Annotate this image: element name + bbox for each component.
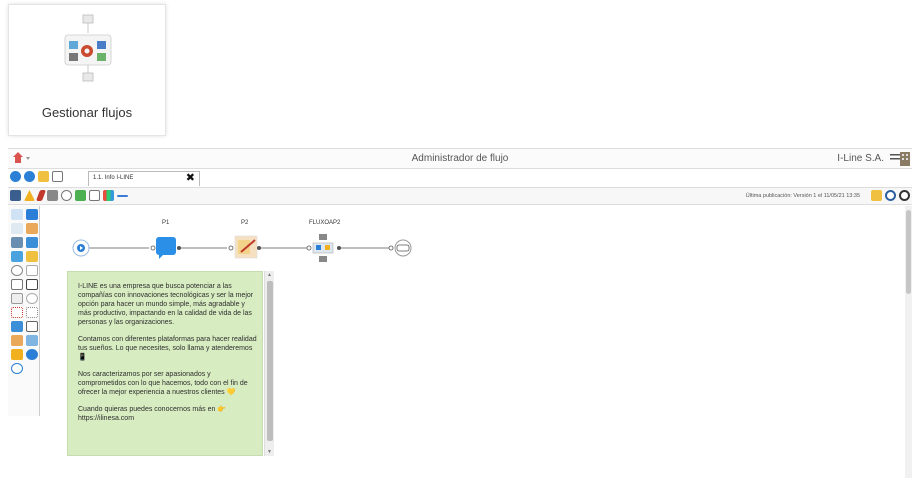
note-panel[interactable]: I-LINE es una empresa que busca potencia… [67, 271, 263, 456]
palette-list-icon[interactable] [11, 209, 23, 220]
tab-bar: 1.1. Info I-LINE ✖ [8, 170, 912, 186]
back-icon[interactable] [10, 171, 21, 182]
flow-manager-window: Administrador de flujo I-Line S.A. 1.1. … [8, 148, 912, 478]
tab-label: 1.1. Info I-LINE [93, 175, 134, 181]
note-scrollbar[interactable]: ▲ ▼ [264, 271, 274, 456]
node-p1[interactable] [150, 237, 181, 259]
company-name: I-Line S.A. [837, 153, 884, 164]
element-palette [8, 206, 40, 416]
flow-canvas[interactable]: P1 P2 FLUXOAP2 I-LINE es una empresa que… [41, 206, 905, 478]
arrow-icon[interactable] [117, 195, 128, 197]
forward-icon[interactable] [24, 171, 35, 182]
note-paragraph: I-LINE es una empresa que busca potencia… [78, 283, 254, 326]
palette-timer-icon[interactable] [11, 265, 23, 276]
palette-gear-icon[interactable] [26, 293, 38, 304]
palette-subflow-icon[interactable] [11, 279, 23, 290]
toolbar: Última publicación: Versión 1 el 11/05/2… [8, 187, 912, 205]
save-icon[interactable] [10, 190, 21, 201]
flow-diagram-icon [64, 14, 112, 82]
edit-icon[interactable] [35, 190, 47, 201]
palette-users-icon[interactable] [11, 237, 23, 248]
palette-task-icon[interactable] [26, 223, 38, 234]
card-label: Gestionar flujos [41, 105, 133, 120]
palette-tree-icon[interactable] [26, 307, 38, 318]
palette-pen-icon[interactable] [11, 335, 23, 346]
publish-icon[interactable] [871, 190, 882, 201]
publication-info: Última publicación: Versión 1 el 11/05/2… [745, 193, 860, 199]
palette-form-icon[interactable] [11, 223, 23, 234]
palette-person-icon[interactable] [26, 349, 38, 360]
node-fluxoap2[interactable] [306, 234, 341, 262]
palette-function-icon[interactable] [26, 279, 38, 290]
note-paragraph: Cuando quieras puedes conocernos más en … [78, 406, 227, 422]
node-label-p2: P2 [241, 220, 249, 226]
start-node[interactable] [72, 239, 90, 257]
node-label-p1: P1 [162, 220, 170, 226]
window-title: Administrador de flujo [411, 153, 509, 164]
palette-coin-icon[interactable] [26, 251, 38, 262]
palette-phone-icon[interactable] [11, 363, 23, 374]
note-paragraph: Nos caracterizamos por ser apasionados y… [78, 371, 248, 396]
node-label-fluxoap2: FLUXOAP2 [309, 220, 341, 226]
palette-script-icon[interactable] [11, 293, 23, 304]
zoom-out-icon[interactable] [899, 190, 910, 201]
manage-flows-card[interactable]: Gestionar flujos [8, 4, 166, 136]
palette-grid-icon[interactable] [26, 321, 38, 332]
tab-info-iline[interactable]: 1.1. Info I-LINE ✖ [88, 171, 200, 186]
scroll-down-icon[interactable]: ▼ [267, 449, 272, 455]
palette-network-icon[interactable] [11, 307, 23, 318]
note-paragraph: Contamos con diferentes plataformas para… [78, 336, 257, 361]
end-node[interactable] [388, 239, 412, 257]
palette-split-icon[interactable] [26, 265, 38, 276]
delete-icon[interactable] [47, 190, 58, 201]
scroll-thumb[interactable] [267, 281, 273, 441]
zoom-in-icon[interactable] [885, 190, 896, 201]
node-p2[interactable] [228, 235, 261, 259]
note-text: I-LINE es una empresa que busca potencia… [78, 282, 258, 431]
canvas-scrollbar[interactable] [905, 206, 912, 478]
canvas-scroll-thumb[interactable] [906, 210, 911, 294]
scroll-up-icon[interactable]: ▲ [267, 272, 272, 278]
warning-icon[interactable] [24, 190, 35, 201]
palette-key-icon[interactable] [11, 349, 23, 360]
palette-tools-icon[interactable] [11, 321, 23, 332]
building-icon [900, 152, 910, 166]
folder-icon[interactable] [38, 171, 49, 182]
export-icon[interactable] [89, 190, 100, 201]
palette-screen-icon[interactable] [26, 237, 38, 248]
palette-layers-icon[interactable] [26, 335, 38, 346]
palette-chat-icon[interactable] [26, 209, 38, 220]
copy-icon[interactable] [75, 190, 86, 201]
palette-cloud-icon[interactable] [11, 251, 23, 262]
document-icon[interactable] [52, 171, 63, 182]
history-icon[interactable] [61, 190, 72, 201]
chart-icon[interactable] [103, 190, 114, 201]
title-bar: Administrador de flujo I-Line S.A. [8, 149, 912, 169]
close-icon[interactable]: ✖ [186, 171, 195, 184]
